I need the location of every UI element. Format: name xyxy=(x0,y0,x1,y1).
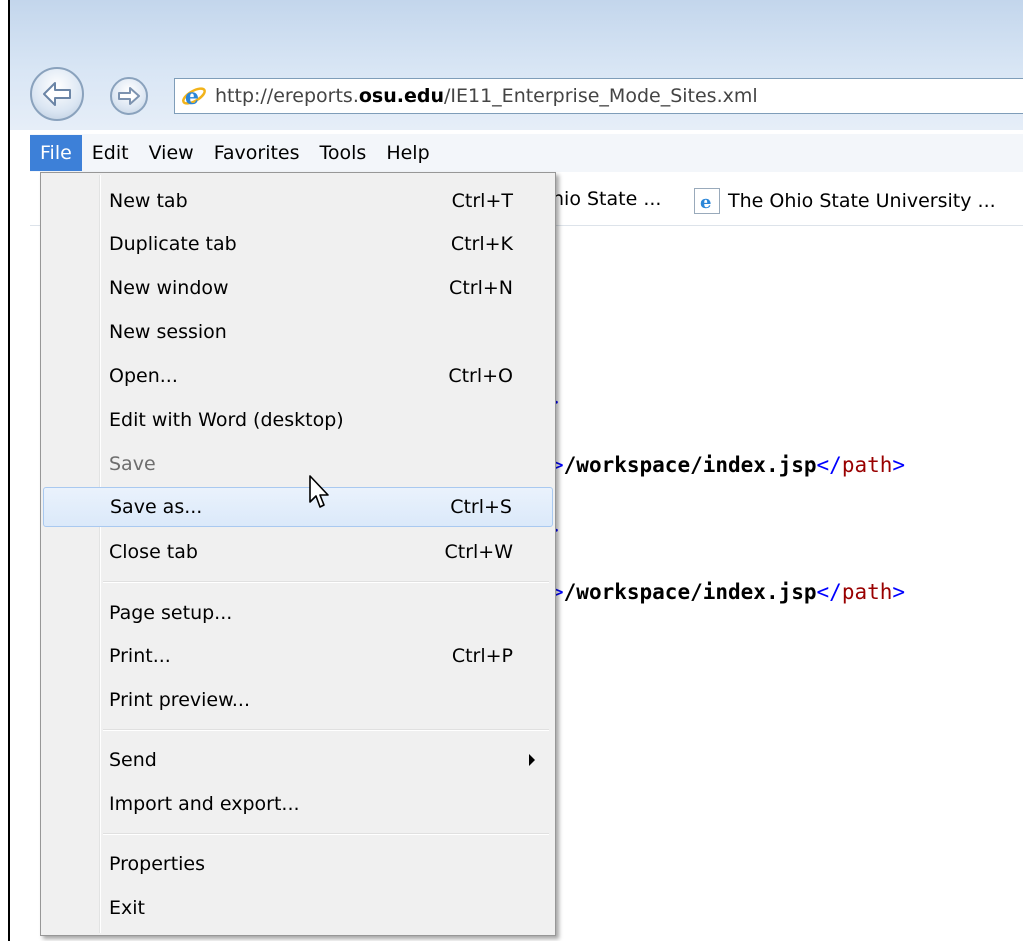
internet-explorer-icon: e xyxy=(181,83,207,110)
menu-separator xyxy=(103,833,549,835)
menu-help[interactable]: Help xyxy=(376,135,439,171)
xml-path-line-2: >/workspace/index.jsp</path> xyxy=(551,580,906,604)
url-domain: osu.edu xyxy=(358,85,444,107)
menu-file[interactable]: File xyxy=(30,135,82,171)
forward-button[interactable] xyxy=(110,77,148,115)
menu-item-close-tab[interactable]: Close tab Ctrl+W xyxy=(43,532,553,572)
menu-item-send[interactable]: Send xyxy=(43,740,553,780)
svg-text:e: e xyxy=(700,192,711,213)
menu-item-new-session[interactable]: New session xyxy=(43,312,553,352)
back-button[interactable] xyxy=(30,67,84,121)
favorite-link-osu[interactable]: e The Ohio State University ... xyxy=(694,188,996,214)
svg-text:e: e xyxy=(185,84,199,109)
menu-item-save-as[interactable]: Save as... Ctrl+S xyxy=(43,487,553,527)
address-bar[interactable]: e http://ereports.osu.edu/IE11_Enterpris… xyxy=(174,78,1023,114)
menu-item-print-preview[interactable]: Print preview... xyxy=(43,680,553,720)
menu-bar: File Edit View Favorites Tools Help xyxy=(30,134,1023,172)
menu-item-import-export[interactable]: Import and export... xyxy=(43,784,553,824)
menu-separator xyxy=(103,729,549,731)
menu-item-edit-with-word[interactable]: Edit with Word (desktop) xyxy=(43,400,553,440)
menu-separator xyxy=(103,581,549,583)
menu-item-print[interactable]: Print... Ctrl+P xyxy=(43,636,553,676)
menu-edit[interactable]: Edit xyxy=(82,135,139,171)
url-text: http://ereports.osu.edu/IE11_Enterprise_… xyxy=(215,85,758,107)
menu-item-new-tab[interactable]: New tab Ctrl+T xyxy=(43,181,553,221)
menu-view[interactable]: View xyxy=(139,135,204,171)
forward-arrow-icon xyxy=(118,87,140,105)
menu-item-properties[interactable]: Properties xyxy=(43,844,553,884)
submenu-arrow-icon xyxy=(529,754,535,766)
menu-tools[interactable]: Tools xyxy=(310,135,377,171)
menu-item-save: Save xyxy=(109,453,156,475)
mouse-cursor-icon xyxy=(309,475,329,508)
xml-path-line-1: >/workspace/index.jsp</path> xyxy=(551,453,906,477)
back-arrow-icon xyxy=(43,82,71,106)
menu-item-duplicate-tab[interactable]: Duplicate tab Ctrl+K xyxy=(43,224,553,264)
menu-item-new-window[interactable]: New window Ctrl+N xyxy=(43,268,553,308)
favorite-link-label: The Ohio State University ... xyxy=(728,190,996,212)
menu-item-exit[interactable]: Exit xyxy=(43,888,553,928)
file-menu-dropdown: New tab Ctrl+T Duplicate tab Ctrl+K New … xyxy=(40,172,556,936)
favorite-link-ohio-state[interactable]: hio State ... xyxy=(552,188,661,210)
ie-page-icon: e xyxy=(694,188,720,214)
browser-window: e http://ereports.osu.edu/IE11_Enterpris… xyxy=(8,0,1023,941)
menu-favorites[interactable]: Favorites xyxy=(204,135,310,171)
menu-item-open[interactable]: Open... Ctrl+O xyxy=(43,356,553,396)
menu-item-page-setup[interactable]: Page setup... xyxy=(43,593,553,633)
